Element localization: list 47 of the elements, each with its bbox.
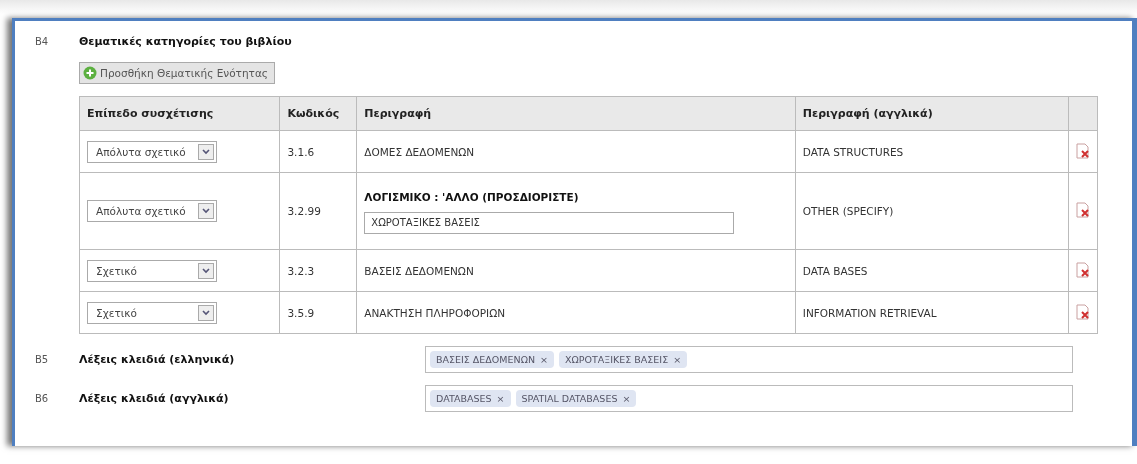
table-cell: DATA BASES <box>795 249 1069 292</box>
specify-input-field[interactable]: ΧΩΡΟΤΑΞΙΚΕΣ ΒΑΣΕΙΣ <box>364 212 735 234</box>
chevron-down-icon <box>202 208 210 214</box>
table-cell: DATA STRUCTURES <box>795 130 1069 173</box>
table-cell: ΔΟΜΕΣ ΔΕΔΟΜΕΝΩΝ <box>356 130 796 173</box>
table-cell: ΒΑΣΕΙΣ ΔΕΔΟΜΕΝΩΝ <box>356 249 796 292</box>
table-cell: 3.2.3 <box>279 249 357 292</box>
table-cell: 3.1.6 <box>279 130 357 173</box>
relevance-select[interactable]: Σχετικό <box>87 259 217 282</box>
section-number: B6 <box>35 393 50 404</box>
section-title: Θεματικές κατηγορίες του βιβλίου <box>79 35 292 48</box>
relevance-select[interactable]: Σχετικό <box>87 301 217 324</box>
table-cell-text: ΛΟΓΙΣΜΙΚΟ : 'ΑΛΛΟ (ΠΡΟΣΔΙΟΡΙΣΤΕ) <box>364 191 580 203</box>
column-header: Επίπεδο συσχέτισης <box>79 96 280 131</box>
chevron-down-icon <box>202 267 210 274</box>
section-number: B5 <box>35 354 50 365</box>
delete-icon[interactable] <box>1075 303 1090 320</box>
keyword-field[interactable]: ΒΑΣΕΙΣ ΔΕΔΟΜΕΝΩΝ × ΧΩΡΟΤΑΞΙΚΕΣ ΒΑΣΕΙΣ × <box>425 346 1073 373</box>
keyword-label: ΒΑΣΕΙΣ ΔΕΔΟΜΕΝΩΝ <box>436 354 535 365</box>
table-cell: INFORMATION RETRIEVAL <box>795 291 1069 334</box>
plus-icon <box>83 66 97 80</box>
column-header: Περιγραφή <box>356 96 796 131</box>
remove-tag-button[interactable]: × <box>540 354 548 365</box>
remove-tag-button[interactable]: × <box>496 393 505 404</box>
table-cell: OTHER (SPECIFY) <box>795 172 1069 250</box>
section-title: Λέξεις κλειδιά (αγγλικά) <box>79 392 229 405</box>
relevance-select[interactable]: Απόλυτα σχετικό <box>87 200 217 222</box>
delete-icon[interactable] <box>1075 142 1090 159</box>
add-category-button[interactable]: Προσθήκη Θεματικής Ενότητας <box>79 62 275 84</box>
keyword-label: SPATIAL DATABASES <box>521 393 618 404</box>
delete-icon[interactable] <box>1075 202 1090 218</box>
relevance-select[interactable]: Απόλυτα σχετικό <box>87 140 217 163</box>
chevron-down-icon <box>202 309 210 316</box>
column-header: Κωδικός <box>279 96 357 131</box>
section-number: B4 <box>35 36 50 47</box>
chevron-down-icon <box>202 148 210 155</box>
remove-tag-button[interactable]: × <box>673 354 682 365</box>
table-cell: ΑΝΑΚΤΗΣΗ ΠΛΗΡΟΦΟΡΙΩΝ <box>356 291 796 334</box>
keyword-label: ΧΩΡΟΤΑΞΙΚΕΣ ΒΑΣΕΙΣ <box>564 354 669 365</box>
keyword-field[interactable]: DATABASES × SPATIAL DATABASES × <box>425 385 1073 412</box>
delete-icon[interactable] <box>1075 261 1090 278</box>
table-cell: 3.5.9 <box>279 291 357 334</box>
section-title: Λέξεις κλειδιά (ελληνικά) <box>79 353 235 366</box>
column-header: Περιγραφή (αγγλικά) <box>795 96 1069 131</box>
keyword-label: DATABASES <box>436 393 492 404</box>
remove-tag-button[interactable]: × <box>622 393 631 404</box>
table-cell: 3.2.99 <box>279 172 357 250</box>
